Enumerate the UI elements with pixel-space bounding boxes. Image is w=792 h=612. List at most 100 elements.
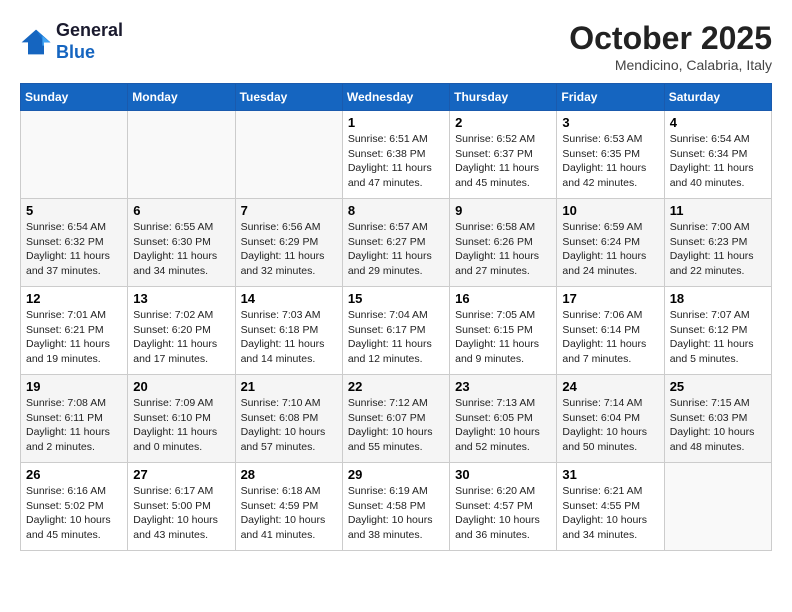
weekday-header-row: SundayMondayTuesdayWednesdayThursdayFrid… [21,84,772,111]
calendar-cell: 26 Sunrise: 6:16 AM Sunset: 5:02 PM Dayli… [21,463,128,551]
day-info: Sunrise: 7:03 AM Sunset: 6:18 PM Dayligh… [241,308,337,367]
day-info: Sunrise: 6:21 AM Sunset: 4:55 PM Dayligh… [562,484,658,543]
day-number: 10 [562,203,658,218]
calendar-cell: 9 Sunrise: 6:58 AM Sunset: 6:26 PM Daylig… [450,199,557,287]
day-info: Sunrise: 6:55 AM Sunset: 6:30 PM Dayligh… [133,220,229,279]
day-info: Sunrise: 7:06 AM Sunset: 6:14 PM Dayligh… [562,308,658,367]
day-number: 30 [455,467,551,482]
calendar-cell: 25Sunrise: 7:15 AM Sunset: 6:03 PM Dayli… [664,375,771,463]
calendar-cell: 31 Sunrise: 6:21 AM Sunset: 4:55 PM Dayli… [557,463,664,551]
calendar-cell: 12 Sunrise: 7:01 AM Sunset: 6:21 PM Dayli… [21,287,128,375]
day-number: 5 [26,203,122,218]
day-number: 9 [455,203,551,218]
day-number: 3 [562,115,658,130]
day-number: 19 [26,379,122,394]
day-number: 22 [348,379,444,394]
day-info: Sunrise: 7:02 AM Sunset: 6:20 PM Dayligh… [133,308,229,367]
day-info: Sunrise: 6:56 AM Sunset: 6:29 PM Dayligh… [241,220,337,279]
day-info: Sunrise: 7:04 AM Sunset: 6:17 PM Dayligh… [348,308,444,367]
day-number: 26 [26,467,122,482]
day-info: Sunrise: 6:54 AM Sunset: 6:34 PM Dayligh… [670,132,766,191]
day-info: Sunrise: 6:20 AM Sunset: 4:57 PM Dayligh… [455,484,551,543]
day-number: 28 [241,467,337,482]
day-number: 13 [133,291,229,306]
day-info: Sunrise: 7:07 AM Sunset: 6:12 PM Dayligh… [670,308,766,367]
day-info: Sunrise: 7:00 AM Sunset: 6:23 PM Dayligh… [670,220,766,279]
calendar-cell: 6 Sunrise: 6:55 AM Sunset: 6:30 PM Daylig… [128,199,235,287]
weekday-header-tuesday: Tuesday [235,84,342,111]
calendar-cell [128,111,235,199]
calendar-cell: 21 Sunrise: 7:10 AM Sunset: 6:08 PM Dayli… [235,375,342,463]
title-block: October 2025 Mendicino, Calabria, Italy [569,20,772,73]
calendar-cell: 3 Sunrise: 6:53 AM Sunset: 6:35 PM Daylig… [557,111,664,199]
calendar-cell: 30 Sunrise: 6:20 AM Sunset: 4:57 PM Dayli… [450,463,557,551]
weekday-header-sunday: Sunday [21,84,128,111]
day-number: 2 [455,115,551,130]
calendar-cell: 27Sunrise: 6:17 AM Sunset: 5:00 PM Dayli… [128,463,235,551]
logo-line1: General [56,20,123,40]
location-subtitle: Mendicino, Calabria, Italy [569,57,772,73]
calendar-cell: 15 Sunrise: 7:04 AM Sunset: 6:17 PM Dayli… [342,287,449,375]
week-row-4: 19 Sunrise: 7:08 AM Sunset: 6:11 PM Dayli… [21,375,772,463]
day-info: Sunrise: 6:16 AM Sunset: 5:02 PM Dayligh… [26,484,122,543]
day-info: Sunrise: 6:58 AM Sunset: 6:26 PM Dayligh… [455,220,551,279]
weekday-header-saturday: Saturday [664,84,771,111]
calendar-cell [235,111,342,199]
day-number: 21 [241,379,337,394]
calendar-cell: 23Sunrise: 7:13 AM Sunset: 6:05 PM Dayli… [450,375,557,463]
month-title: October 2025 [569,20,772,57]
week-row-1: 1 Sunrise: 6:51 AM Sunset: 6:38 PM Daylig… [21,111,772,199]
calendar-cell: 2Sunrise: 6:52 AM Sunset: 6:37 PM Daylig… [450,111,557,199]
day-number: 7 [241,203,337,218]
day-number: 18 [670,291,766,306]
day-info: Sunrise: 7:08 AM Sunset: 6:11 PM Dayligh… [26,396,122,455]
week-row-3: 12 Sunrise: 7:01 AM Sunset: 6:21 PM Dayli… [21,287,772,375]
day-number: 11 [670,203,766,218]
day-info: Sunrise: 7:01 AM Sunset: 6:21 PM Dayligh… [26,308,122,367]
day-info: Sunrise: 7:09 AM Sunset: 6:10 PM Dayligh… [133,396,229,455]
calendar-cell [664,463,771,551]
day-number: 29 [348,467,444,482]
calendar-cell: 10 Sunrise: 6:59 AM Sunset: 6:24 PM Dayli… [557,199,664,287]
calendar-cell: 24 Sunrise: 7:14 AM Sunset: 6:04 PM Dayli… [557,375,664,463]
logo-line2: Blue [56,42,95,62]
day-number: 31 [562,467,658,482]
day-number: 25 [670,379,766,394]
page-header: General Blue October 2025 Mendicino, Cal… [20,20,772,73]
day-info: Sunrise: 6:57 AM Sunset: 6:27 PM Dayligh… [348,220,444,279]
day-number: 6 [133,203,229,218]
calendar-cell: 22 Sunrise: 7:12 AM Sunset: 6:07 PM Dayli… [342,375,449,463]
calendar-cell: 5 Sunrise: 6:54 AM Sunset: 6:32 PM Daylig… [21,199,128,287]
day-number: 23 [455,379,551,394]
calendar-cell: 29Sunrise: 6:19 AM Sunset: 4:58 PM Dayli… [342,463,449,551]
calendar-cell: 11 Sunrise: 7:00 AM Sunset: 6:23 PM Dayli… [664,199,771,287]
day-info: Sunrise: 6:53 AM Sunset: 6:35 PM Dayligh… [562,132,658,191]
calendar-cell: 4 Sunrise: 6:54 AM Sunset: 6:34 PM Daylig… [664,111,771,199]
day-number: 1 [348,115,444,130]
day-number: 24 [562,379,658,394]
logo: General Blue [20,20,123,63]
day-info: Sunrise: 7:12 AM Sunset: 6:07 PM Dayligh… [348,396,444,455]
weekday-header-thursday: Thursday [450,84,557,111]
day-number: 14 [241,291,337,306]
calendar-cell: 14 Sunrise: 7:03 AM Sunset: 6:18 PM Dayli… [235,287,342,375]
day-info: Sunrise: 7:10 AM Sunset: 6:08 PM Dayligh… [241,396,337,455]
day-number: 12 [26,291,122,306]
calendar-cell: 19 Sunrise: 7:08 AM Sunset: 6:11 PM Dayli… [21,375,128,463]
calendar-cell: 1 Sunrise: 6:51 AM Sunset: 6:38 PM Daylig… [342,111,449,199]
day-number: 4 [670,115,766,130]
calendar-cell: 16Sunrise: 7:05 AM Sunset: 6:15 PM Dayli… [450,287,557,375]
day-info: Sunrise: 6:51 AM Sunset: 6:38 PM Dayligh… [348,132,444,191]
day-info: Sunrise: 7:05 AM Sunset: 6:15 PM Dayligh… [455,308,551,367]
day-info: Sunrise: 6:54 AM Sunset: 6:32 PM Dayligh… [26,220,122,279]
day-number: 15 [348,291,444,306]
day-info: Sunrise: 6:18 AM Sunset: 4:59 PM Dayligh… [241,484,337,543]
calendar-cell: 7 Sunrise: 6:56 AM Sunset: 6:29 PM Daylig… [235,199,342,287]
day-number: 8 [348,203,444,218]
day-info: Sunrise: 6:59 AM Sunset: 6:24 PM Dayligh… [562,220,658,279]
calendar-table: SundayMondayTuesdayWednesdayThursdayFrid… [20,83,772,551]
calendar-cell: 8 Sunrise: 6:57 AM Sunset: 6:27 PM Daylig… [342,199,449,287]
day-number: 17 [562,291,658,306]
day-info: Sunrise: 6:17 AM Sunset: 5:00 PM Dayligh… [133,484,229,543]
day-info: Sunrise: 7:14 AM Sunset: 6:04 PM Dayligh… [562,396,658,455]
